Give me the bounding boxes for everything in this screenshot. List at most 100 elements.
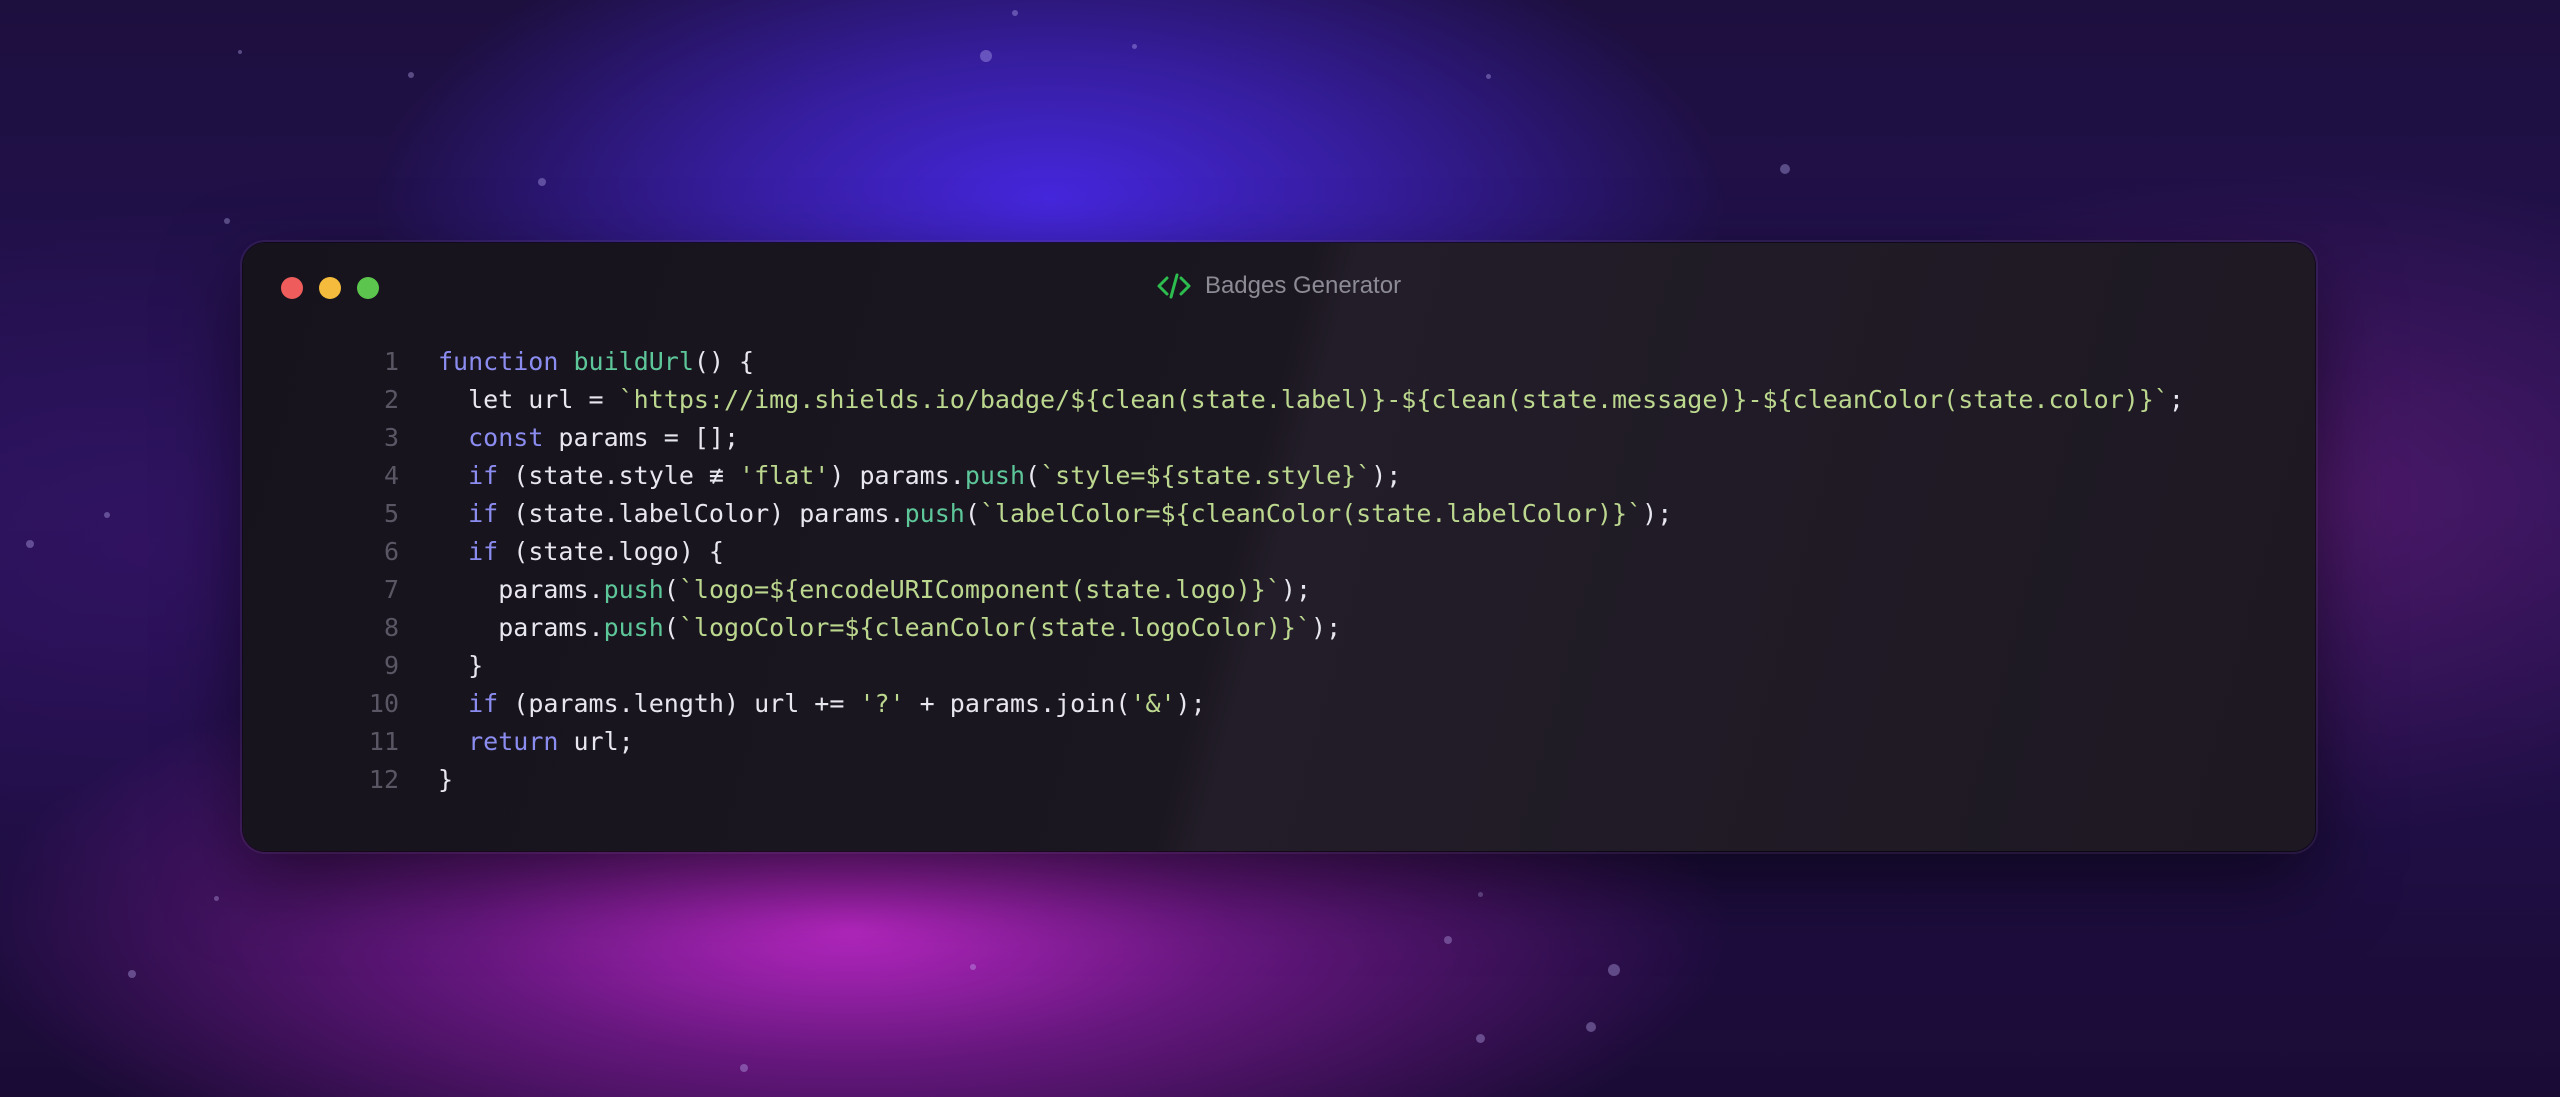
- code-token: if: [468, 461, 499, 490]
- star-dot: [1486, 74, 1491, 79]
- code-token: (: [663, 613, 679, 642]
- code-token: params = [];: [543, 423, 740, 452]
- star-dot: [1478, 892, 1483, 897]
- code-token: push: [964, 461, 1026, 490]
- code-token: );: [1280, 575, 1312, 604]
- code-token: ;: [2168, 385, 2184, 414]
- code-line: 6 if (state.logo) {: [243, 533, 2315, 571]
- code-token: (state.style ≢: [498, 461, 740, 490]
- code-line: 3 const params = [];: [243, 419, 2315, 457]
- code-text: if (state.logo) {: [438, 533, 724, 571]
- code-token: url;: [558, 727, 634, 756]
- star-dot: [538, 178, 546, 186]
- line-number: 6: [383, 537, 399, 566]
- line-number: 1: [383, 347, 399, 376]
- code-token: 'flat': [739, 461, 830, 490]
- code-line: 11 return url;: [243, 723, 2315, 761]
- code-token: params.: [438, 613, 604, 642]
- code-line: 4 if (state.style ≢ 'flat') params.push(…: [243, 457, 2315, 495]
- code-token: (: [1025, 461, 1041, 490]
- line-number: 4: [383, 461, 399, 490]
- code-token: (: [663, 575, 679, 604]
- code-token: if: [468, 499, 499, 528]
- code-token: if: [468, 537, 499, 566]
- code-token: (state.logo) {: [498, 537, 724, 566]
- code-token: push: [603, 613, 664, 642]
- code-text: function buildUrl() {: [438, 343, 754, 381]
- line-number: 10: [368, 689, 399, 718]
- line-number: 5: [383, 499, 399, 528]
- code-token: `https://img.shields.io/badge/${clean(st…: [618, 385, 2169, 414]
- code-line: 12}: [243, 761, 2315, 799]
- star-dot: [1012, 10, 1018, 16]
- code-text: }: [438, 761, 453, 799]
- code-line: 10 if (params.length) url += '?' + param…: [243, 685, 2315, 723]
- code-line: 2 let url = `https://img.shields.io/badg…: [243, 381, 2315, 419]
- code-text: params.push(`logo=${encodeURIComponent(s…: [438, 571, 1311, 609]
- code-token: function: [438, 347, 559, 376]
- code-text: return url;: [438, 723, 634, 761]
- line-number: 9: [383, 651, 399, 680]
- star-dot: [224, 218, 230, 224]
- code-token: );: [1371, 461, 1402, 490]
- code-icon: [1157, 271, 1191, 301]
- star-dot: [238, 50, 242, 54]
- code-token: const: [468, 423, 544, 452]
- window-title-group: Badges Generator: [243, 271, 2315, 301]
- code-line: 8 params.push(`logoColor=${cleanColor(st…: [243, 609, 2315, 647]
- star-dot: [970, 964, 976, 970]
- code-text: }: [438, 647, 483, 685]
- code-token: push: [603, 575, 664, 604]
- code-text: if (state.style ≢ 'flat') params.push(`s…: [438, 457, 1401, 495]
- code-editor[interactable]: 1 function buildUrl() {2 let url = `https…: [243, 343, 2315, 799]
- code-line: 7 params.push(`logo=${encodeURIComponent…: [243, 571, 2315, 609]
- line-number: 3: [383, 423, 399, 452]
- star-dot: [1780, 164, 1790, 174]
- code-text: params.push(`logoColor=${cleanColor(stat…: [438, 609, 1341, 647]
- code-token: (: [964, 499, 980, 528]
- star-dot: [980, 50, 992, 62]
- code-token: `labelColor=${cleanColor(state.labelColo…: [979, 499, 1643, 528]
- star-dot: [740, 1064, 748, 1072]
- code-token: }: [438, 765, 454, 794]
- code-line: 1 function buildUrl() {: [243, 343, 2315, 381]
- star-dot: [1476, 1034, 1485, 1043]
- code-token: ) params.: [829, 461, 965, 490]
- code-token: params.: [438, 575, 604, 604]
- code-token: (state.labelColor) params.: [498, 499, 905, 528]
- code-token: `logo=${encodeURIComponent(state.logo)}`: [678, 575, 1281, 604]
- line-number: 11: [368, 727, 399, 756]
- star-dot: [26, 540, 34, 548]
- star-dot: [1586, 1022, 1596, 1032]
- code-token: return: [468, 727, 559, 756]
- star-dot: [1132, 44, 1137, 49]
- star-dot: [128, 970, 136, 978]
- title-bar: Badges Generator: [243, 243, 2315, 333]
- code-token: let url =: [438, 385, 619, 414]
- star-dot: [1608, 964, 1620, 976]
- code-token: (params.length) url +=: [498, 689, 860, 718]
- code-token: + params.join(: [904, 689, 1131, 718]
- code-text: if (state.labelColor) params.push(`label…: [438, 495, 1672, 533]
- code-text: let url = `https://img.shields.io/badge/…: [438, 381, 2184, 419]
- code-token: }: [438, 651, 484, 680]
- code-token: if: [468, 689, 499, 718]
- code-token: `logoColor=${cleanColor(state.logoColor)…: [678, 613, 1312, 642]
- code-token: );: [1311, 613, 1342, 642]
- code-token: '&': [1130, 689, 1176, 718]
- code-window: Badges Generator 1 function buildUrl() {2…: [243, 243, 2315, 851]
- window-title: Badges Generator: [1204, 272, 1402, 299]
- line-number: 8: [383, 613, 399, 642]
- line-number: 12: [368, 765, 399, 794]
- star-dot: [408, 72, 414, 78]
- line-number: 7: [383, 575, 399, 604]
- code-token: () {: [693, 347, 755, 376]
- code-line: 5 if (state.labelColor) params.push(`lab…: [243, 495, 2315, 533]
